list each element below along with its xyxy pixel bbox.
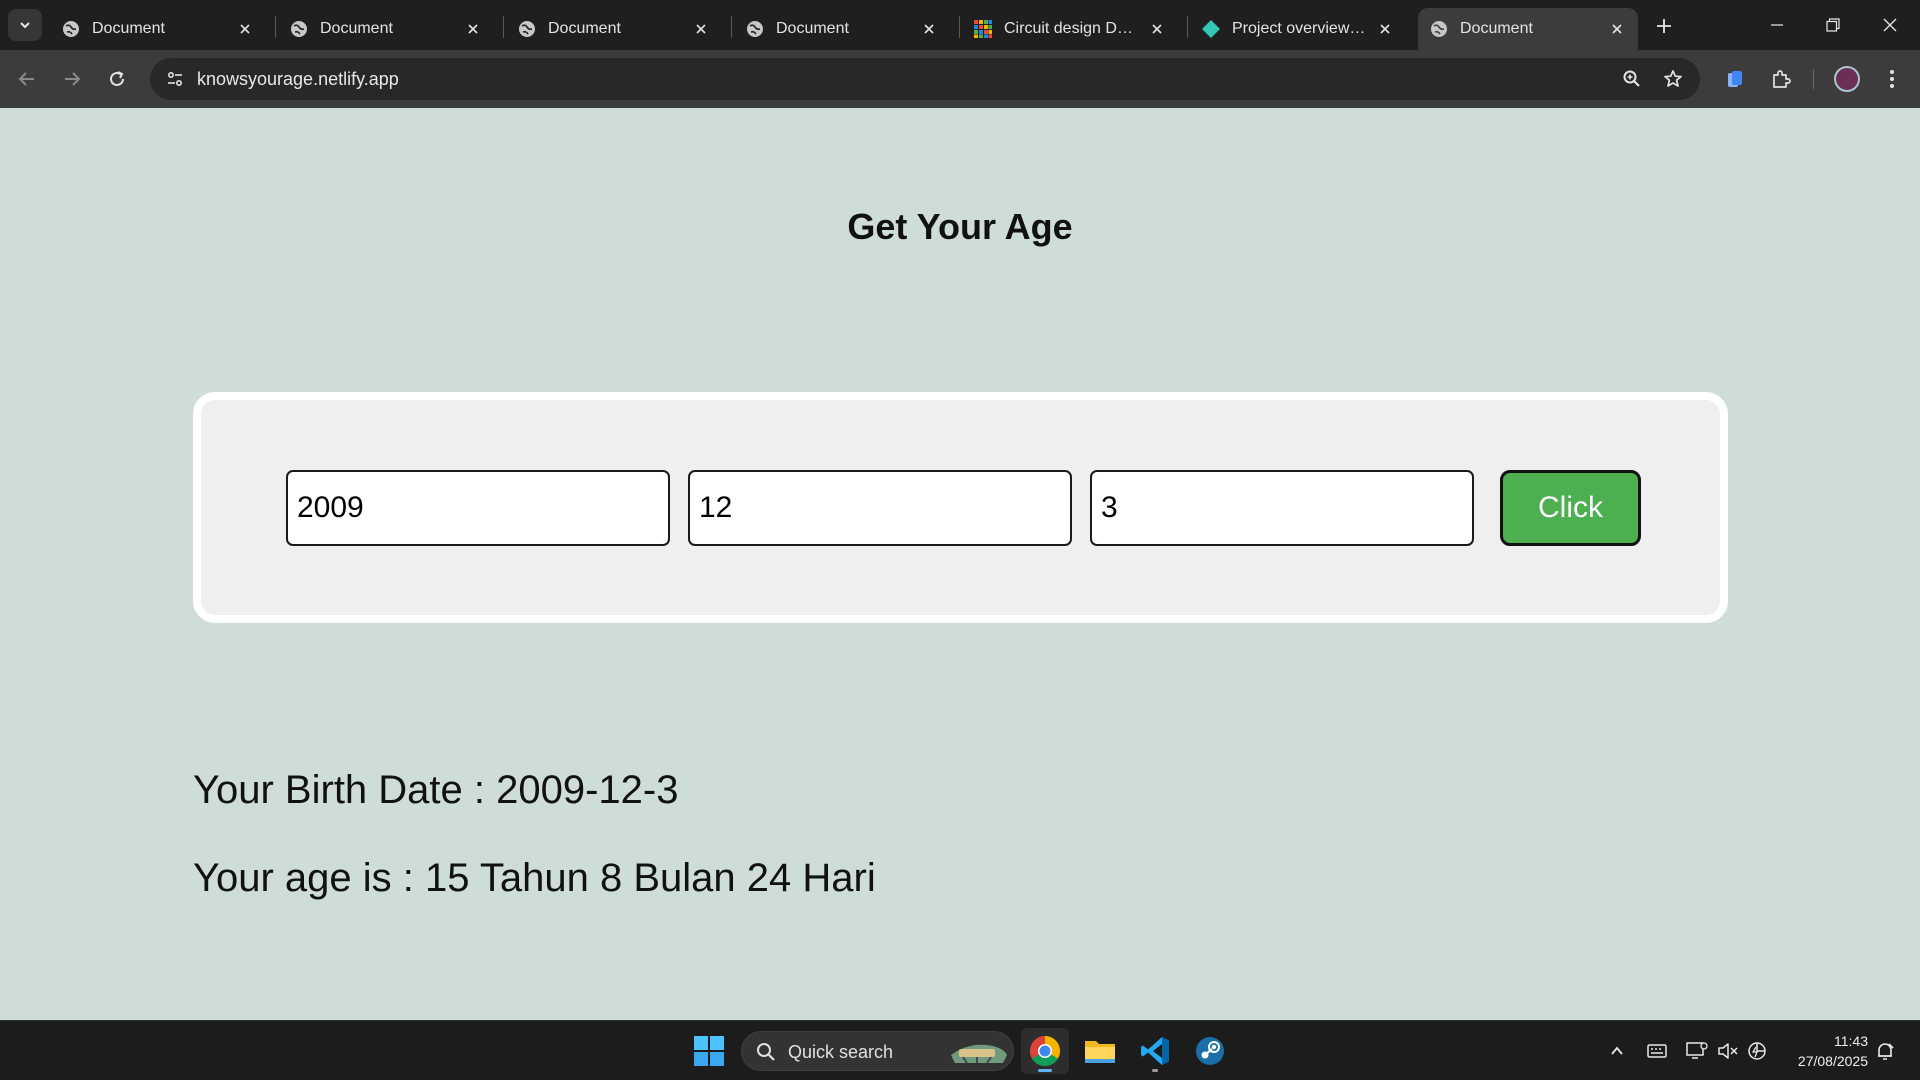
restore-button[interactable] [1805,0,1861,50]
web-page: Get Your Age Click Your Birth Date : 200… [0,108,1920,1020]
windows-start-button[interactable] [685,1028,733,1074]
arrow-left-icon [18,72,34,86]
chrome-icon [1029,1036,1061,1067]
close-icon [1883,18,1897,32]
birth-date-result: Your Birth Date : 2009-12-3 [193,768,679,812]
clock-date: 27/08/2025 [1797,1053,1868,1069]
globe-icon [746,20,764,38]
extension-docs-icon[interactable] [1718,62,1752,96]
tab-separator [1187,16,1188,38]
vscode-icon [1141,1037,1169,1065]
globe-icon [1430,20,1448,38]
page-title: Get Your Age [847,206,1073,247]
browser-menu-button[interactable] [1875,62,1909,96]
chevron-down-icon [20,22,30,29]
arrow-right-icon [65,72,81,86]
close-icon[interactable] [920,20,938,38]
reload-icon [110,71,124,86]
browser-tab-active[interactable]: Document [1418,8,1638,50]
bookmark-star-icon[interactable] [1658,64,1688,94]
browser-toolbar: knowsyourage.netlify.app [0,50,1920,108]
globe-icon [290,20,308,38]
forward-button[interactable] [56,63,88,95]
reload-button[interactable] [101,63,133,95]
close-icon[interactable] [1608,20,1626,38]
close-window-button[interactable] [1862,0,1918,50]
address-bar[interactable]: knowsyourage.netlify.app [150,58,1700,100]
plus-icon [1657,19,1671,33]
close-icon[interactable] [464,20,482,38]
volume-muted-icon[interactable] [1716,1039,1740,1063]
tab-title: Document [320,20,393,37]
close-icon[interactable] [1376,20,1394,38]
site-info-icon[interactable] [160,64,190,94]
year-input[interactable] [286,470,670,546]
network-icon[interactable] [1685,1039,1709,1063]
browser-tab[interactable]: Document [278,8,494,50]
taskbar-steam[interactable] [1186,1028,1234,1074]
month-input[interactable] [688,470,1072,546]
close-icon[interactable] [692,20,710,38]
running-app-indicator [1152,1069,1158,1072]
close-icon[interactable] [236,20,254,38]
system-clock[interactable]: 11:43 27/08/2025 [1798,1031,1868,1071]
profile-avatar[interactable] [1830,62,1864,96]
minimize-icon [1771,24,1783,26]
taskbar-search[interactable]: Quick search [741,1031,1014,1071]
extensions-puzzle-icon[interactable] [1764,62,1798,96]
url-text[interactable]: knowsyourage.netlify.app [197,69,399,90]
netlify-icon [1202,20,1220,38]
restore-icon [1826,18,1840,32]
search-highlight-icon [951,1044,1007,1064]
tab-separator [275,16,276,38]
clock-time: 11:43 [1834,1033,1868,1049]
browser-tab-bar: Document Document Document Document Circ… [0,0,1920,50]
tab-separator [731,16,732,38]
tab-title: Document [776,20,849,37]
browser-tab[interactable]: Document [50,8,266,50]
close-icon[interactable] [1148,20,1166,38]
day-input[interactable] [1090,470,1474,546]
tab-separator [503,16,504,38]
touch-keyboard-icon[interactable] [1645,1039,1669,1063]
file-explorer-icon [1085,1041,1115,1063]
minimize-button[interactable] [1749,0,1805,50]
zoom-icon[interactable] [1617,64,1647,94]
tab-title: Project overview | knowsyourage [1232,20,1368,37]
age-form-card: Click [193,392,1728,623]
avatar [1834,66,1860,92]
steam-icon [1196,1037,1224,1065]
battery-icon[interactable] [1746,1039,1770,1063]
browser-tab[interactable]: Project overview | knowsyourage [1190,8,1406,50]
browser-tab[interactable]: Document [506,8,722,50]
taskbar-vscode[interactable] [1131,1028,1179,1074]
tab-title: Document [1460,20,1533,37]
more-vertical-icon [1890,70,1894,88]
taskbar-file-explorer[interactable] [1076,1028,1124,1074]
windows-taskbar: Quick search 11:43 27/08/2025 [0,1020,1920,1080]
notification-bell-icon[interactable] [1873,1039,1897,1063]
globe-icon [62,20,80,38]
calculate-age-button[interactable]: Click [1500,470,1641,546]
tab-search-button[interactable] [8,9,42,41]
back-button[interactable] [11,63,43,95]
browser-tab[interactable]: Document [734,8,950,50]
browser-tab[interactable]: Circuit design Dazzling [962,8,1178,50]
toolbar-separator [1813,69,1814,89]
windows-start-icon [694,1036,724,1066]
age-result: Your age is : 15 Tahun 8 Bulan 24 Hari [193,856,876,900]
search-label: Quick search [788,1042,894,1062]
tinkercad-icon [974,20,992,38]
tab-separator [959,16,960,38]
new-tab-button[interactable] [1650,12,1678,40]
taskbar-chrome[interactable] [1021,1028,1069,1074]
search-icon [757,1043,775,1061]
globe-icon [518,20,536,38]
show-hidden-icons-chevron[interactable] [1605,1039,1629,1063]
active-app-indicator [1038,1069,1052,1072]
tab-title: Document [548,20,621,37]
tab-title: Circuit design Dazzling [1004,20,1140,37]
tab-title: Document [92,20,165,37]
